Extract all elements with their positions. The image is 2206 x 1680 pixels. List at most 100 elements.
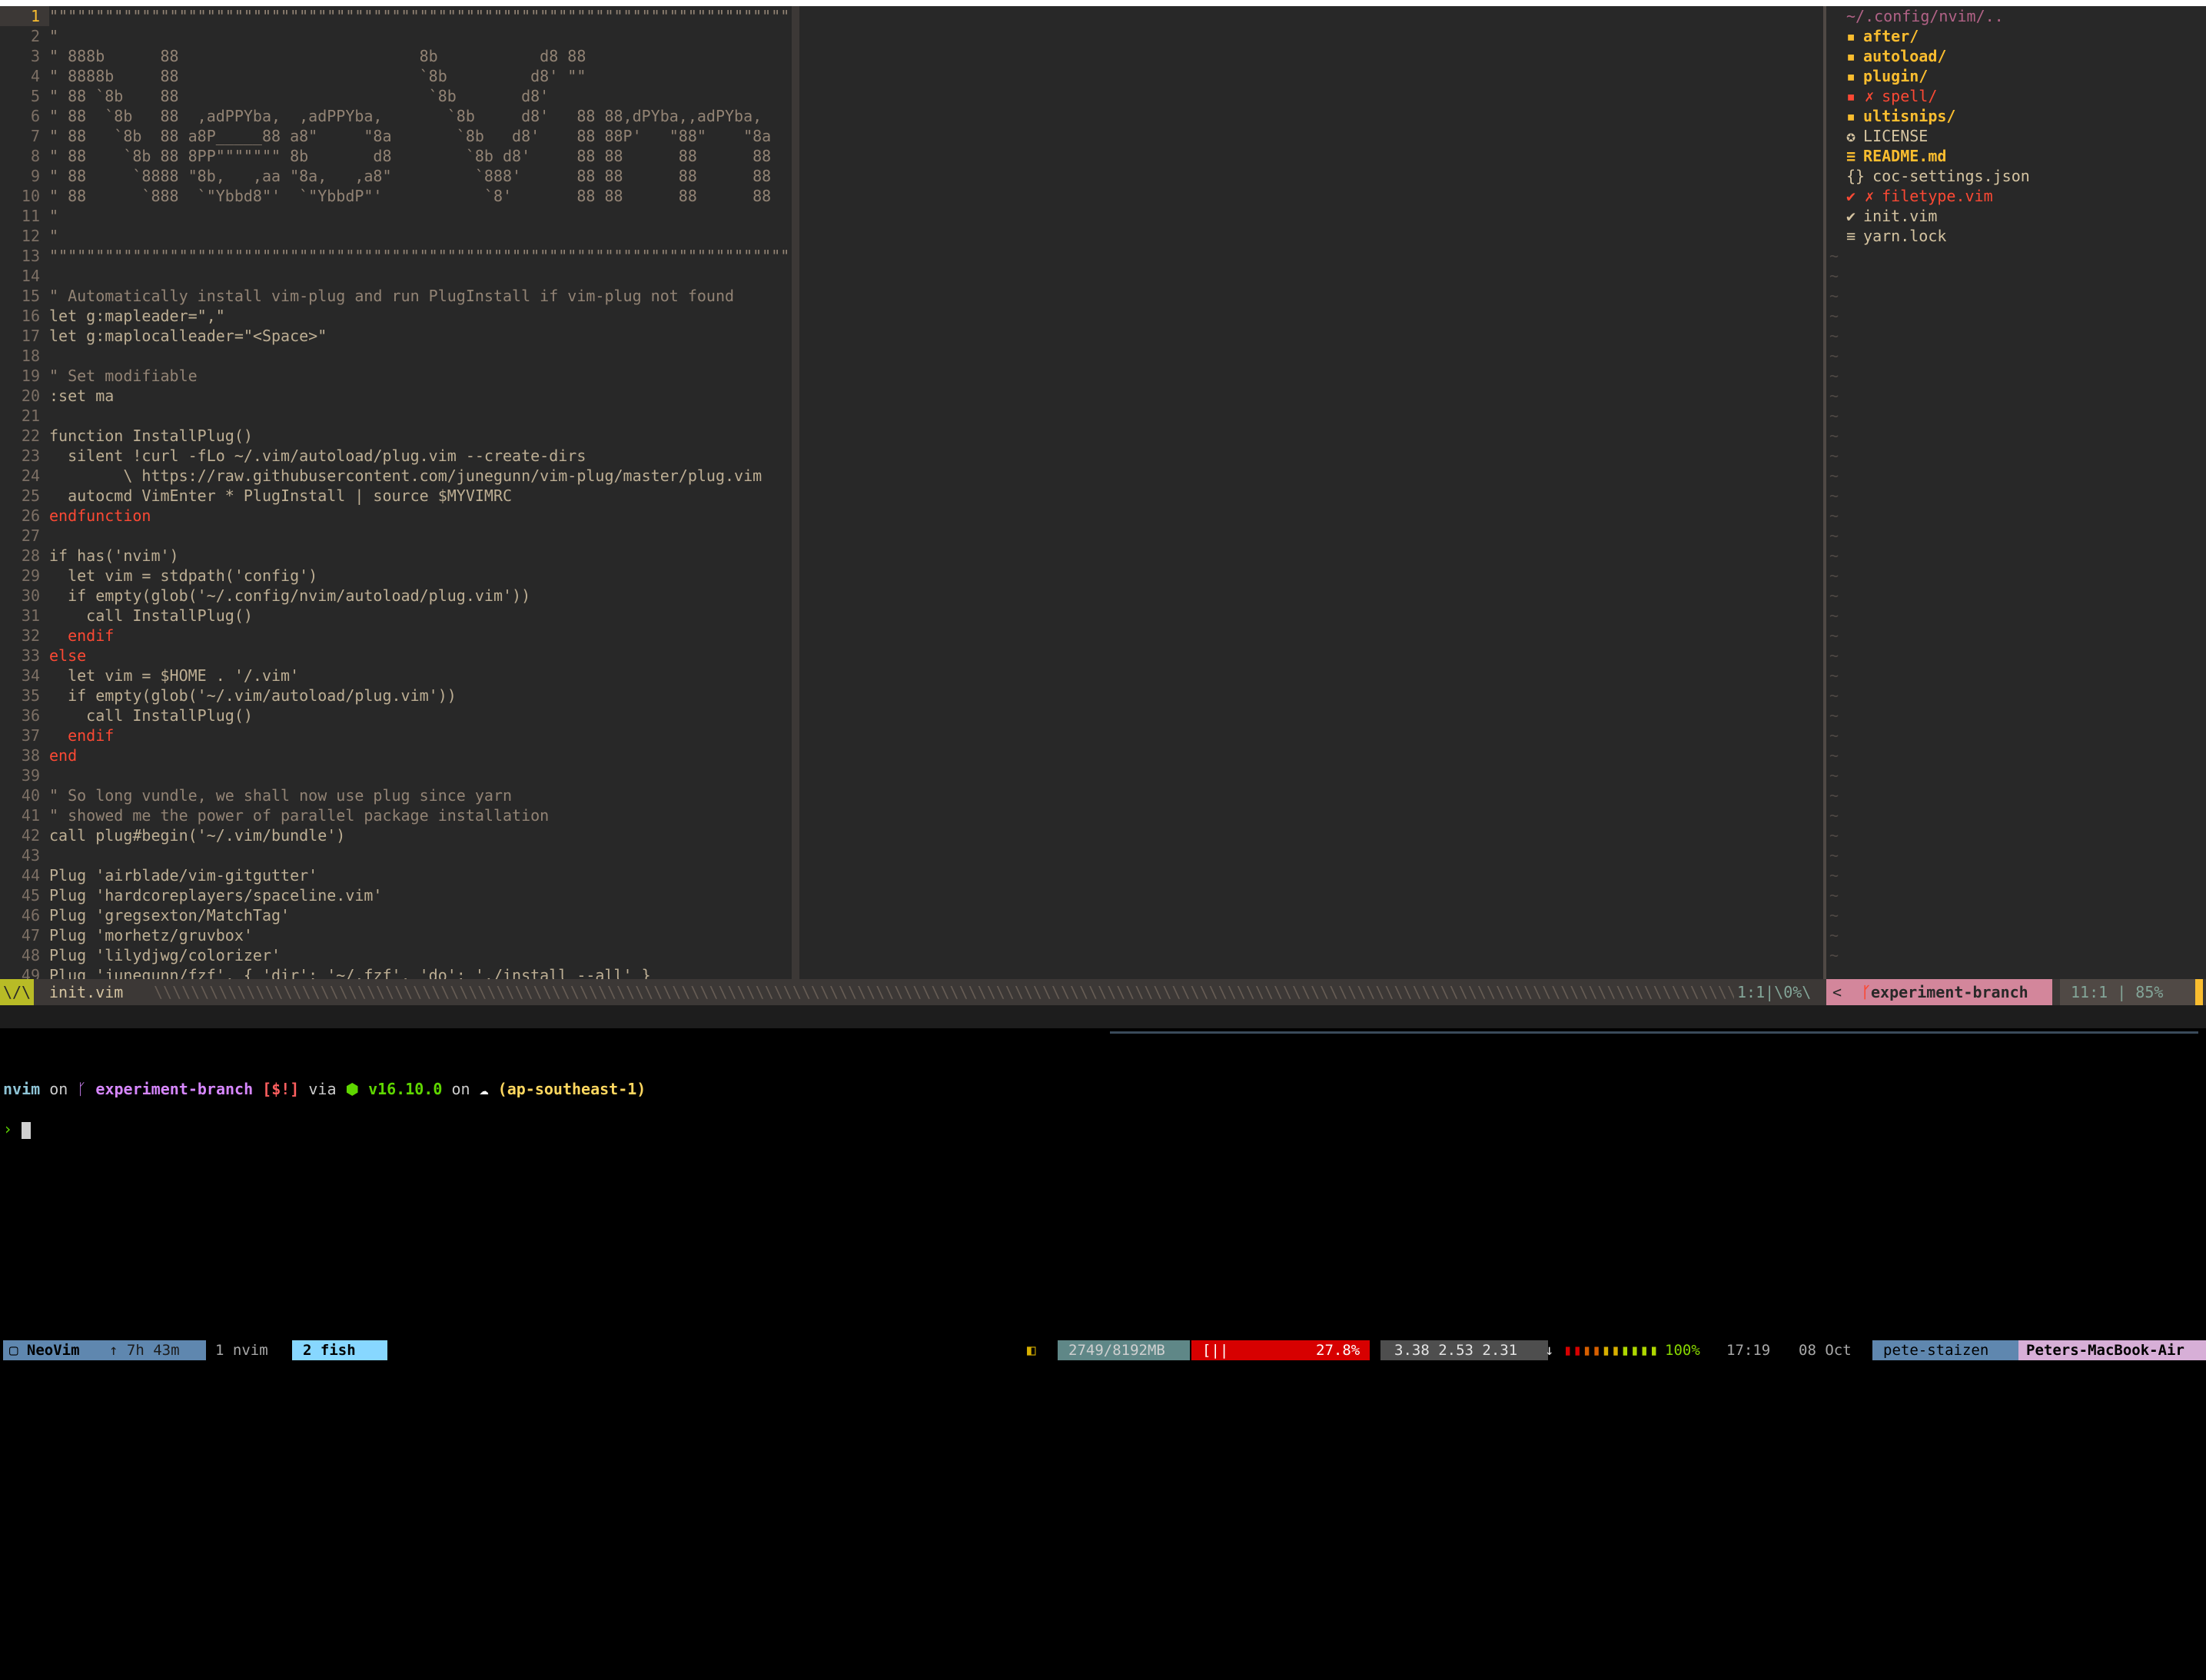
code-line[interactable]: 4 " 8888b 88 `8b d8' "" [0, 66, 784, 86]
code-line[interactable]: 38 end [0, 745, 784, 765]
tree-item[interactable]: ▪ plugin/ [1826, 66, 2206, 86]
input-line[interactable]: › [3, 1119, 2201, 1139]
code-line[interactable]: 24 \ https://raw.githubusercontent.com/j… [0, 466, 784, 486]
license-icon: ✪ [1846, 127, 1856, 145]
line-text: " 88 `888 `"Ybbd8"' `"YbbdP"' `8' 88 88 … [49, 187, 772, 205]
tmux-session[interactable]: ▢ NeoVim [3, 1340, 101, 1360]
code-line[interactable]: 13 """"""""""""""""""""""""""""""""""""""… [0, 246, 792, 266]
empty-line-marker: ~ [1829, 327, 1839, 345]
tmux-date: 08 Oct [1799, 1342, 1852, 1359]
code-line[interactable]: 18 [0, 346, 784, 366]
code-line[interactable]: 2 " [0, 26, 784, 46]
code-line[interactable]: 28 if has('nvim') [0, 546, 784, 566]
code-line[interactable]: 5 " 88 `8b 88 `8b d8' [0, 86, 784, 106]
code-line[interactable]: 47 Plug 'morhetz/gruvbox' [0, 925, 784, 945]
line-text: Plug 'gregsexton/MatchTag' [49, 906, 291, 925]
code-line[interactable]: 15 " Automatically install vim-plug and r… [0, 286, 784, 306]
tree-item[interactable]: ✔ init.vim [1826, 206, 2206, 226]
code-line[interactable]: 49 Plug 'junegunn/fzf', { 'dir': '~/.fzf'… [0, 965, 784, 979]
line-number: 18 [21, 347, 40, 365]
code-line[interactable]: 33 else [0, 646, 784, 666]
tree-item[interactable]: ✔ ✗ filetype.vim [1826, 186, 2206, 206]
code-line[interactable]: 7 " 88 `8b 88 a8P_____88 a8" "8a `8b d8' … [0, 126, 784, 146]
code-line[interactable]: 19 " Set modifiable [0, 366, 784, 386]
tree-item-label: filetype.vim [1882, 187, 1993, 205]
tree-item[interactable]: {} coc-settings.json [1826, 166, 2206, 186]
code-line[interactable]: 29 let vim = stdpath('config') [0, 566, 784, 586]
tmux-window-2[interactable]: 2 fish [292, 1340, 387, 1360]
code-buffer[interactable]: 1 """""""""""""""""""""""""""""""""""""""… [0, 6, 792, 979]
empty-line-marker: ~ [1829, 686, 1839, 705]
code-line[interactable]: 12 " [0, 226, 784, 246]
tree-item[interactable]: ▪ after/ [1826, 26, 2206, 46]
tree-item[interactable]: ▪ autoload/ [1826, 46, 2206, 66]
command-line[interactable] [0, 1005, 2206, 1028]
code-line[interactable]: 45 Plug 'hardcoreplayers/spaceline.vim' [0, 885, 784, 905]
code-line[interactable]: 22 function InstallPlug() [0, 426, 784, 446]
prompt-git-status: [$!] [262, 1080, 300, 1098]
line-number: 15 [21, 287, 40, 305]
code-line[interactable]: 44 Plug 'airblade/vim-gitgutter' [0, 865, 784, 885]
statusline-end-marker [2195, 979, 2203, 1005]
battery-meter: ▮▮▮▮▮▮▮▮▮▮ [1563, 1342, 1659, 1359]
code-line[interactable]: 34 let vim = $HOME . '/.vim' [0, 666, 784, 686]
code-line[interactable]: 3 " 888b 88 8b d8 88 [0, 46, 784, 66]
code-line[interactable]: 31 call InstallPlug() [0, 606, 784, 626]
code-line[interactable]: 21 [0, 406, 784, 426]
code-line[interactable]: 30 if empty(glob('~/.config/nvim/autoloa… [0, 586, 784, 606]
code-line[interactable]: 46 Plug 'gregsexton/MatchTag' [0, 905, 784, 925]
editor-pane[interactable]: 1 """""""""""""""""""""""""""""""""""""""… [0, 6, 792, 979]
tree-item[interactable]: ≡ yarn.lock [1826, 226, 2206, 246]
code-line[interactable]: 32 endif [0, 626, 784, 646]
line-number: 23 [21, 447, 40, 465]
file-tree[interactable]: ~/.config/nvim/.. ▪ after/ ▪ autoload/ ▪ plug… [1826, 6, 2206, 979]
line-number: 22 [21, 427, 40, 445]
line-number: 44 [21, 866, 40, 885]
code-line[interactable]: 35 if empty(glob('~/.vim/autoload/plug.v… [0, 686, 784, 706]
line-number: 32 [21, 626, 40, 645]
empty-line-marker: ~ [1829, 866, 1839, 885]
code-line[interactable]: 14 [0, 266, 784, 286]
code-line[interactable]: 36 call InstallPlug() [0, 706, 784, 725]
vertical-split[interactable] [792, 6, 799, 979]
tree-item[interactable]: ✪ LICENSE [1826, 126, 2206, 146]
tree-item[interactable]: ▪ ultisnips/ [1826, 106, 2206, 126]
empty-line-marker: ~ [1829, 946, 1839, 965]
code-line[interactable]: 39 [0, 765, 784, 785]
tmux-window-1[interactable]: 1 nvim [215, 1340, 268, 1360]
empty-line-marker: ~ [1829, 566, 1839, 585]
code-line[interactable]: 37 endif [0, 725, 784, 745]
markdown-icon: ≡ [1846, 147, 1856, 165]
code-line[interactable]: 17 let g:maplocalleader="<Space>" [0, 326, 784, 346]
line-number: 46 [21, 906, 40, 925]
code-line[interactable]: 41 " showed me the power of parallel pack… [0, 805, 784, 825]
folder-icon: ▪ [1846, 67, 1856, 85]
tmux-battery: 100% [1665, 1342, 1700, 1359]
code-line[interactable]: 40 " So long vundle, we shall now use plu… [0, 785, 784, 805]
terminal-pane[interactable]: nvim on ᚴ experiment-branch [$!] via ⬢ v… [3, 1059, 2201, 1159]
code-line[interactable]: 10 " 88 `888 `"Ybbd8"' `"YbbdP"' `8' 88 8… [0, 186, 784, 206]
code-line[interactable]: 42 call plug#begin('~/.vim/bundle') [0, 825, 784, 845]
code-line[interactable]: 48 Plug 'lilydjwg/colorizer' [0, 945, 784, 965]
code-line[interactable]: 26 endfunction [0, 506, 784, 526]
line-number: 16 [21, 307, 40, 325]
tree-item[interactable]: ≡ README.md [1826, 146, 2206, 166]
empty-line-marker: ~ [1829, 287, 1839, 305]
code-line[interactable]: 6 " 88 `8b 88 ,adPPYba, ,adPPYba, `8b d8'… [0, 106, 784, 126]
code-line[interactable]: 16 let g:mapleader="," [0, 306, 784, 326]
code-line[interactable]: 23 silent !curl -fLo ~/.vim/autoload/plu… [0, 446, 784, 466]
empty-line-marker: ~ [1829, 766, 1839, 785]
code-line[interactable]: 9 " 88 `8888 "8b, ,aa "8a, ,a8" `888' 88 … [0, 166, 784, 186]
code-line[interactable]: 27 [0, 526, 784, 546]
code-line[interactable]: 20:set ma [0, 386, 784, 406]
code-line[interactable]: 8 " 88 `8b 88 8PP""""""" 8b d8 `8b d8' 88… [0, 146, 784, 166]
code-line[interactable]: 43 [0, 845, 784, 865]
code-line[interactable]: 11 " [0, 206, 784, 226]
tree-item[interactable]: ▪ ✗ spell/ [1826, 86, 2206, 106]
line-text: " 8888b 88 `8b d8' "" [49, 67, 586, 85]
line-number: 36 [21, 706, 40, 725]
empty-split-pane[interactable] [799, 6, 1823, 979]
empty-line-marker: ~ [1829, 526, 1839, 545]
code-line[interactable]: 25 autocmd VimEnter * PlugInstall | sour… [0, 486, 784, 506]
code-line[interactable]: 1 """""""""""""""""""""""""""""""""""""""… [0, 6, 792, 26]
